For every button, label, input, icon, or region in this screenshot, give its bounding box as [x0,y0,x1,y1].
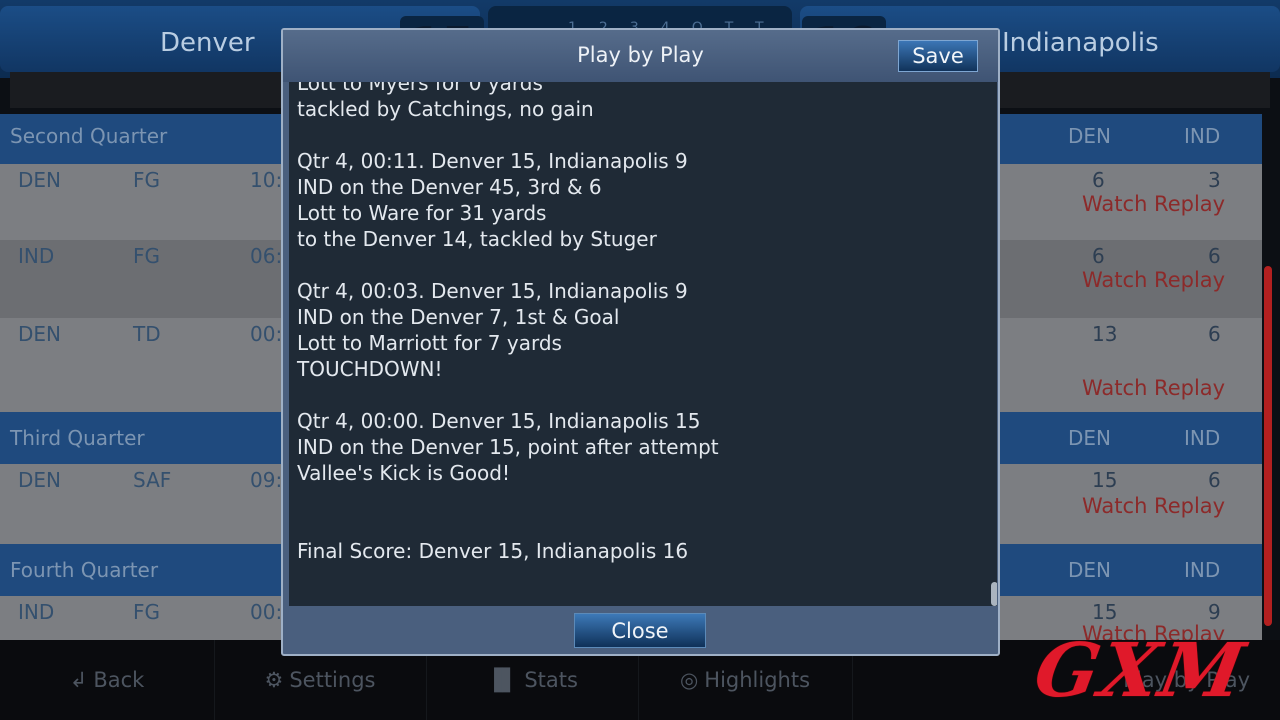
play-log[interactable]: Lott to Myers for 0 yards tackled by Cat… [289,82,997,606]
play-log-content: Lott to Myers for 0 yards tackled by Cat… [297,82,977,590]
back-label: Back [93,668,145,692]
play-entry: Qtr 4, 00:11. Denver 15, Indianapolis 9 … [297,148,977,252]
row-clock: 06: [250,244,283,268]
log-scrollbar-thumb[interactable] [991,582,997,606]
row-team: DEN [18,322,61,346]
play-entry: Qtr 4, 00:03. Denver 15, Indianapolis 9 … [297,278,977,382]
row-den-score: 15 [1092,468,1118,492]
highlights-label: Highlights [704,668,811,692]
row-play-type: SAF [133,468,172,492]
row-clock: 10: [250,168,283,192]
row-ind-score: 3 [1208,168,1221,192]
play-line: IND on the Denver 7, 1st & Goal [297,305,620,329]
scrollbar[interactable] [1264,266,1272,626]
watch-replay-link[interactable]: Watch Replay [1082,192,1225,216]
play-line: Qtr 4, 00:03. Denver 15, Indianapolis 9 [297,279,688,303]
col-away-label: IND [1184,124,1221,148]
watch-replay-link[interactable]: Watch Replay [1082,494,1225,518]
row-team: IND [18,600,55,624]
quarter-label: Second Quarter [10,124,168,148]
col-home-label: DEN [1068,124,1111,148]
final-score-line: Final Score: Denver 15, Indianapolis 16 [297,539,689,563]
gxm-watermark-logo: GXM [1028,628,1253,714]
play-entry: Lott to Myers for 0 yards tackled by Cat… [297,82,977,122]
close-button[interactable]: Close [574,613,706,648]
watch-replay-link[interactable]: Watch Replay [1082,376,1225,400]
row-ind-score: 6 [1208,468,1221,492]
col-home-label: DEN [1068,558,1111,582]
final-score-entry: Final Score: Denver 15, Indianapolis 16 [297,538,977,564]
row-ind-score: 9 [1208,600,1221,624]
row-den-score: 15 [1092,600,1118,624]
row-den-score: 13 [1092,322,1118,346]
row-play-type: TD [133,322,161,346]
play-line: Vallee's Kick is Good! [297,461,511,485]
play-line: Qtr 4, 00:00. Denver 15, Indianapolis 15 [297,409,701,433]
row-team: DEN [18,468,61,492]
play-line: tackled by Catchings, no gain [297,97,594,121]
play-entry: Qtr 4, 00:00. Denver 15, Indianapolis 15… [297,408,977,486]
dialog-title: Play by Play [577,43,704,67]
row-play-type: FG [133,244,161,268]
save-button[interactable]: Save [898,40,978,72]
camera-icon: ◎ [679,668,699,692]
stats-label: Stats [524,668,578,692]
col-home-label: DEN [1068,426,1111,450]
dialog-header: Play by Play Save [283,30,998,82]
away-team-name: Indianapolis [1002,28,1159,58]
settings-label: Settings [289,668,376,692]
play-line: TOUCHDOWN! [297,357,443,381]
row-clock: 00: [250,322,283,346]
bar-chart-icon: ▐▌ [486,668,519,692]
col-away-label: IND [1184,426,1221,450]
col-away-label: IND [1184,558,1221,582]
play-line: IND on the Denver 15, point after attemp… [297,435,719,459]
play-line: IND on the Denver 45, 3rd & 6 [297,175,602,199]
play-line: to the Denver 14, tackled by Stuger [297,227,657,251]
back-button[interactable]: ↲ Back [0,640,215,720]
gear-icon: ⚙ [264,668,284,692]
row-ind-score: 6 [1208,244,1221,268]
watch-replay-link[interactable]: Watch Replay [1082,268,1225,292]
quarter-label: Fourth Quarter [10,558,159,582]
play-line: Lott to Marriott for 7 yards [297,331,562,355]
row-team: DEN [18,168,61,192]
back-arrow-icon: ↲ [69,668,88,692]
row-den-score: 6 [1092,168,1105,192]
play-line: Lott to Ware for 31 yards [297,201,547,225]
row-play-type: FG [133,168,161,192]
row-team: IND [18,244,55,268]
quarter-label: Third Quarter [10,426,145,450]
row-clock: 09: [250,468,283,492]
play-line: Lott to Myers for 0 yards [297,82,543,95]
home-team-name: Denver [160,28,255,58]
play-by-play-dialog: Play by Play Save Lott to Myers for 0 ya… [281,28,1000,656]
row-den-score: 6 [1092,244,1105,268]
row-play-type: FG [133,600,161,624]
row-ind-score: 6 [1208,322,1221,346]
row-clock: 00: [250,600,283,624]
play-line: Qtr 4, 00:11. Denver 15, Indianapolis 9 [297,149,688,173]
